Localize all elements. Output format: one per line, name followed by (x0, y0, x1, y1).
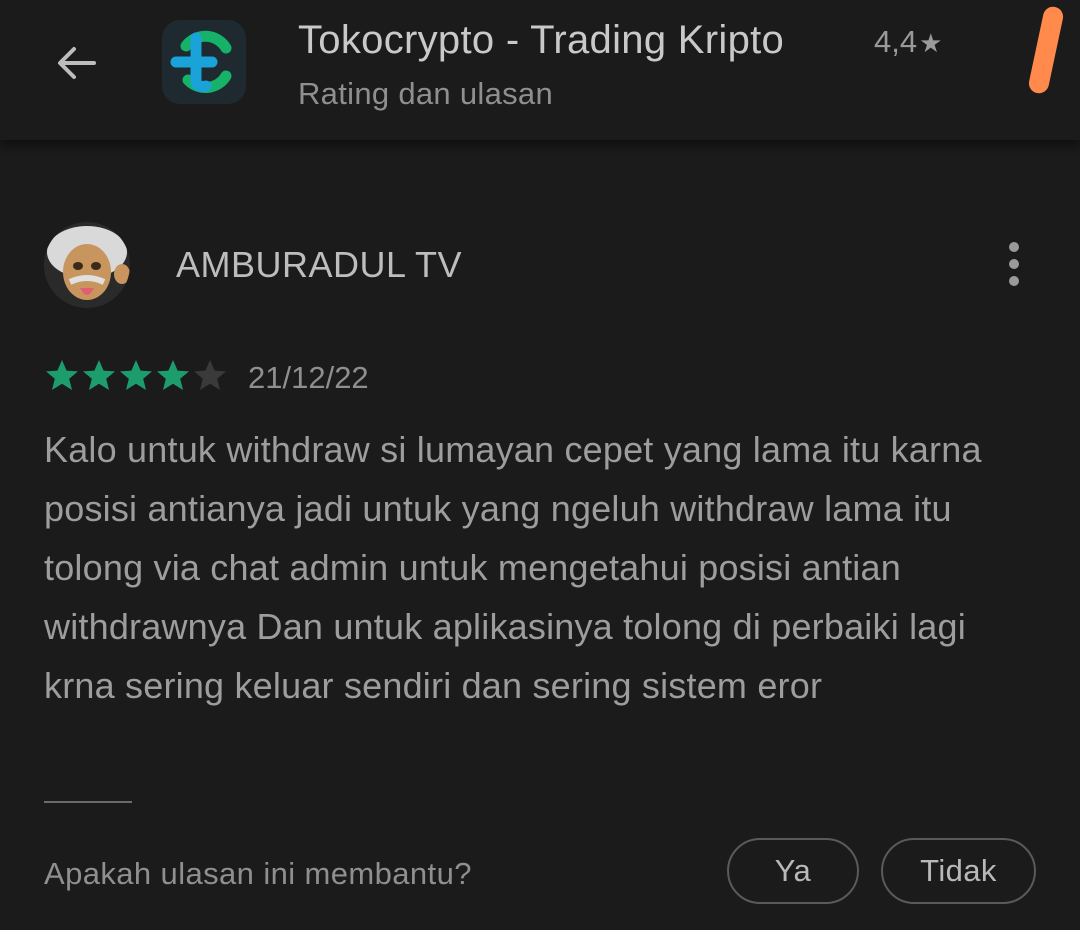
app-rating: 4,4★ (874, 24, 942, 60)
more-vert-icon-dot (1009, 276, 1019, 286)
app-rating-value: 4,4 (874, 24, 918, 59)
more-vert-icon-dot (1009, 259, 1019, 269)
review-page: Tokocrypto - Trading Kripto 4,4★ Rating … (0, 0, 1080, 930)
divider (44, 801, 132, 803)
helpful-no-button[interactable]: Tidak (881, 838, 1036, 904)
app-bar: Tokocrypto - Trading Kripto 4,4★ Rating … (0, 0, 1080, 140)
review-body: Kalo untuk withdraw si lumayan cepet yan… (44, 429, 982, 706)
app-title: Tokocrypto - Trading Kripto (298, 18, 785, 62)
star-rating (44, 358, 228, 394)
back-button[interactable] (46, 32, 108, 94)
more-options-button[interactable] (996, 236, 1032, 292)
helpful-yes-button[interactable]: Ya (727, 838, 859, 904)
star-filled-icon (157, 360, 189, 390)
star-filled-icon (83, 360, 115, 390)
review-date: 21/12/22 (248, 360, 369, 395)
star-empty-icon (194, 360, 226, 390)
reviewer-avatar-image (44, 222, 130, 308)
helpful-question: Apakah ulasan ini membantu? (44, 856, 472, 891)
back-arrow-icon (58, 47, 96, 79)
star-filled-icon (120, 360, 152, 390)
star-icon: ★ (919, 28, 943, 58)
avatar (44, 222, 130, 308)
tokocrypto-logo-icon (170, 30, 232, 94)
more-vert-icon-dot (1009, 242, 1019, 252)
page-subtitle: Rating dan ulasan (298, 76, 554, 111)
orange-scroll-marker (1027, 4, 1065, 96)
reviewer-name: AMBURADUL TV (176, 244, 463, 285)
star-filled-icon (46, 360, 78, 390)
app-icon[interactable] (162, 20, 246, 104)
